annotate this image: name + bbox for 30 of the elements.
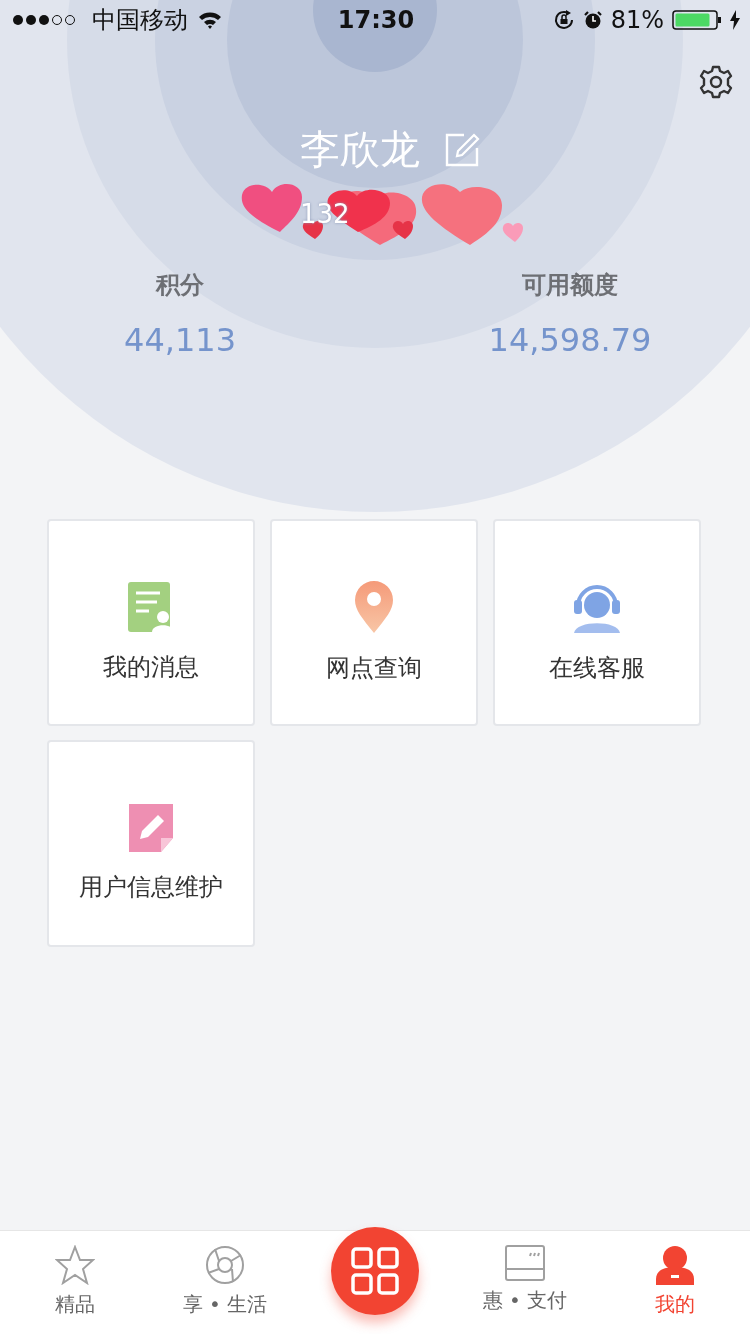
menu-tile[interactable]: 用户信息维护 (47, 740, 255, 947)
user-name: 李欣龙 (300, 125, 420, 174)
aperture-icon (205, 1245, 245, 1285)
carrier-name: 中国移动 (92, 5, 188, 36)
tab-item[interactable]: 精品 (49, 1231, 101, 1334)
stat-label: 积分 (156, 270, 204, 301)
grid-icon (351, 1247, 399, 1295)
wifi-icon (198, 11, 222, 29)
menu-tile[interactable]: 我的消息 (47, 519, 255, 726)
menu-tile[interactable]: 在线客服 (493, 519, 701, 726)
settings-icon[interactable] (698, 64, 734, 100)
battery-icon (672, 10, 722, 30)
tab-item[interactable]: 惠 • 支付 (476, 1231, 574, 1334)
tab-item[interactable]: 享 • 生活 (176, 1231, 274, 1334)
charging-icon (730, 10, 740, 30)
location-pin-icon (354, 579, 394, 634)
stat-value: 44,113 (124, 321, 236, 359)
menu-tile[interactable]: 网点查询 (270, 519, 478, 726)
star-icon (55, 1245, 95, 1285)
alarm-icon (582, 10, 603, 30)
stat-label: 可用额度 (522, 270, 618, 301)
stat-value: 14,598.79 (488, 321, 652, 359)
clock-time: 17:30 (337, 6, 415, 34)
pencil-note-icon (126, 802, 176, 853)
tab-item[interactable]: 我的 (649, 1231, 701, 1334)
battery-percent: 81% (610, 6, 664, 34)
person-icon (655, 1245, 695, 1285)
rotation-lock-icon (552, 9, 575, 31)
center-menu-button[interactable] (331, 1227, 419, 1315)
card-icon (505, 1245, 545, 1281)
